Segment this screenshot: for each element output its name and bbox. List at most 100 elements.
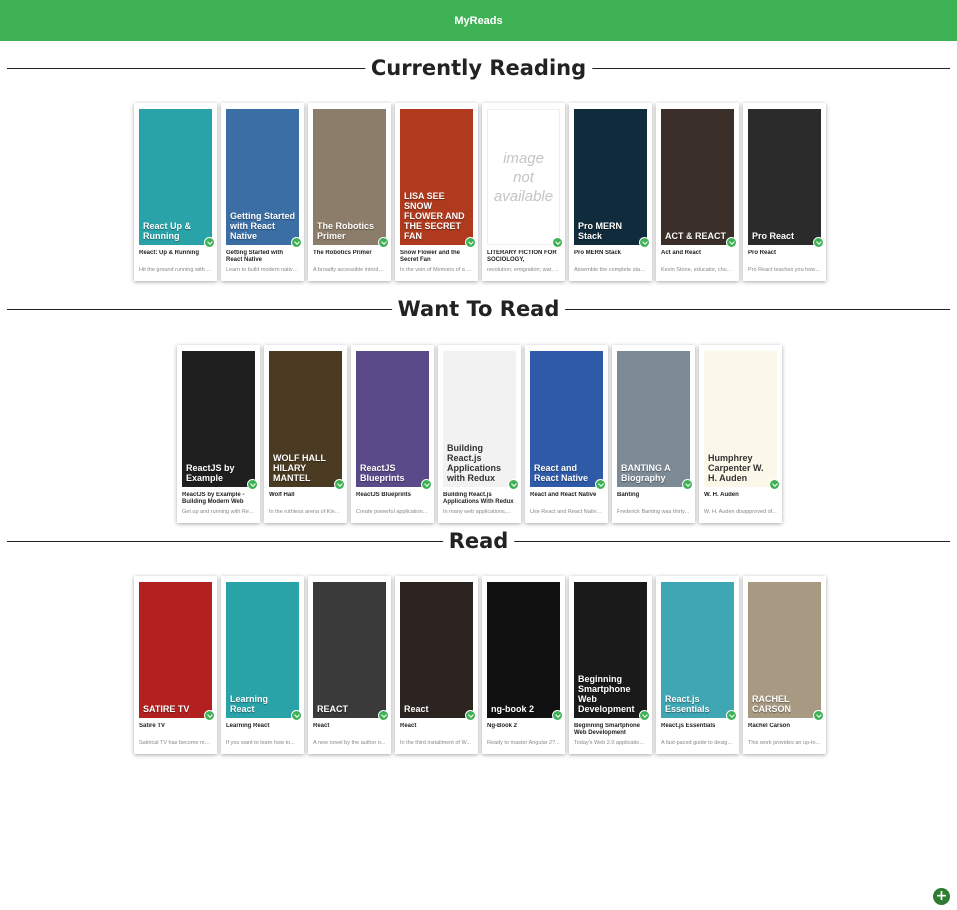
cover-text: Pro MERN Stack [578,221,623,241]
shelf-changer-icon[interactable] [813,710,824,721]
shelf-changer-icon[interactable] [465,710,476,721]
shelf-changer-icon[interactable] [334,479,345,490]
shelf-changer-icon[interactable] [204,237,215,248]
shelf-changer-icon[interactable] [421,479,432,490]
book-card[interactable]: ACT & REACT Act and React Kevin Stone, edu… [656,103,739,281]
book-description: If you want to learn how to... [226,740,295,746]
book-card[interactable]: ReactJS Blueprints ReactJS Blueprints Crea… [351,345,434,523]
book-title: React [313,723,330,729]
cover-text: ACT & REACT [665,231,726,241]
book-title: Beginning Smartphone Web Development [574,723,640,736]
book-title: LITERARY FICTION FOR SOCIOLOGY, PSYCHOLO… [487,250,557,263]
book-cover: React and React Native [530,351,603,487]
cover-text: SATIRE TV [143,704,190,714]
app-header: MyReads [0,0,957,41]
book-card[interactable]: ReactJS by Example ReactJS by Example - B… [177,345,260,523]
book-list: React Up & Running React: Up & Running Hit… [134,103,826,281]
book-cover: Learning React [226,582,299,718]
shelf-changer-icon[interactable] [378,237,389,248]
book-description: Hit the ground running with React... [139,267,212,273]
book-card[interactable]: LISA SEE SNOW FLOWER AND THE SECRET FAN S… [395,103,478,281]
book-title: Getting Started with React Native [226,250,283,263]
book-title: Pro MERN Stack [574,250,622,256]
book-card[interactable]: RACHEL CARSON Rachel Carson This work prov… [743,576,826,754]
shelf-changer-icon[interactable] [639,710,650,721]
book-card[interactable]: image not available LITERARY FICTION FOR … [482,103,565,281]
book-cover: Pro MERN Stack [574,109,647,245]
book-description: Pro React teaches you how to... [748,267,821,273]
book-cover: React Up & Running [139,109,212,245]
book-description: Ready to master Angular 2?... [487,740,560,746]
book-description: In the vein of Memoirs of a Geisha [400,267,473,273]
shelf-read: Read SATIRE TV Satire TV Satirical TV has … [0,526,957,754]
book-description: revolution; emigration; war, ... [487,267,559,273]
shelf-changer-icon[interactable] [291,710,302,721]
shelf-changer-icon[interactable] [813,237,824,248]
book-title: Building React.js Applications With Redu… [443,492,514,505]
book-description: In the ruthless arena of King... [269,509,342,515]
book-card[interactable]: React React In the third installment of W.… [395,576,478,754]
shelf-changer-icon[interactable] [291,237,302,248]
shelf-changer-icon[interactable] [247,479,258,490]
shelf-changer-icon[interactable] [726,710,737,721]
shelf-changer-icon[interactable] [204,710,215,721]
book-card[interactable]: React.js Essentials React.js Essentials A … [656,576,739,754]
book-title: React: Up & Running [139,250,199,256]
cover-text: WOLF HALL HILARY MANTEL [273,453,326,483]
book-description: A new novel by the author o... [313,740,386,746]
book-cover: React.js Essentials [661,582,734,718]
shelf-changer-icon[interactable] [595,479,606,490]
shelf-title: Want To Read [391,296,566,322]
book-description: Assemble the complete stack... [574,267,647,273]
book-cover: WOLF HALL HILARY MANTEL [269,351,342,487]
book-cover: image not available [487,109,560,245]
book-cover: REACT [313,582,386,718]
book-card[interactable]: Getting Started with React Native Getting… [221,103,304,281]
add-book-button[interactable]: + [933,888,950,905]
book-cover: Beginning Smartphone Web Development [574,582,647,718]
book-card[interactable]: ng-book 2 Ng-Book 2 Ready to master Angula… [482,576,565,754]
book-title: ReactJS Blueprints [356,492,412,498]
cover-text: Beginning Smartphone Web Development [578,674,635,714]
book-card[interactable]: Building React.js Applications with Redu… [438,345,521,523]
book-card[interactable]: WOLF HALL HILARY MANTEL Wolf Hall In the r… [264,345,347,523]
book-card[interactable]: SATIRE TV Satire TV Satirical TV has becom… [134,576,217,754]
shelf-changer-icon[interactable] [726,237,737,248]
book-card[interactable]: Learning React Learning React If you want … [221,576,304,754]
book-card[interactable]: REACT React A new novel by the author o... [308,576,391,754]
shelf-changer-icon[interactable] [639,237,650,248]
shelf-changer-icon[interactable] [378,710,389,721]
book-card[interactable]: BANTING A Biography Banting Frederick Bant… [612,345,695,523]
shelf-changer-icon[interactable] [465,237,476,248]
cover-text: React Up & Running [143,221,192,241]
book-title: W. H. Auden [704,492,739,498]
book-card[interactable]: Beginning Smartphone Web Development Begi… [569,576,652,754]
book-card[interactable]: Pro MERN Stack Pro MERN Stack Assemble the… [569,103,652,281]
book-cover: Building React.js Applications with Redu… [443,351,516,487]
book-cover: React [400,582,473,718]
book-title: React and React Native [530,492,597,498]
book-description: W. H. Auden disapproved of... [704,509,777,515]
cover-text: Learning React [230,694,269,714]
book-cover: SATIRE TV [139,582,212,718]
book-card[interactable]: Pro React Pro React Pro React teaches you … [743,103,826,281]
shelf-changer-icon[interactable] [769,479,780,490]
book-card[interactable]: Humphrey Carpenter W. H. Auden W. H. Aude… [699,345,782,523]
book-cover: LISA SEE SNOW FLOWER AND THE SECRET FAN [400,109,473,245]
book-card[interactable]: React and React Native React and React Na… [525,345,608,523]
shelf-changer-icon[interactable] [682,479,693,490]
cover-text: RACHEL CARSON [752,694,792,714]
cover-text: The Robotics Primer [317,221,375,241]
shelf-changer-icon[interactable] [552,237,563,248]
book-title: ReactJS by Example - Building Modern Web… [182,492,245,505]
book-title: Pro React [748,250,777,256]
shelf-changer-icon[interactable] [552,710,563,721]
book-description: Get up and running with React [182,509,255,515]
book-card[interactable]: The Robotics Primer The Robotics Primer A … [308,103,391,281]
book-card[interactable]: React Up & Running React: Up & Running Hit… [134,103,217,281]
book-description: Learn to build modern native apps [226,267,299,273]
book-cover: ReactJS by Example [182,351,255,487]
book-title: Learning React [226,723,270,729]
shelf-changer-icon[interactable] [508,479,519,490]
cover-text: BANTING A Biography [621,463,671,483]
